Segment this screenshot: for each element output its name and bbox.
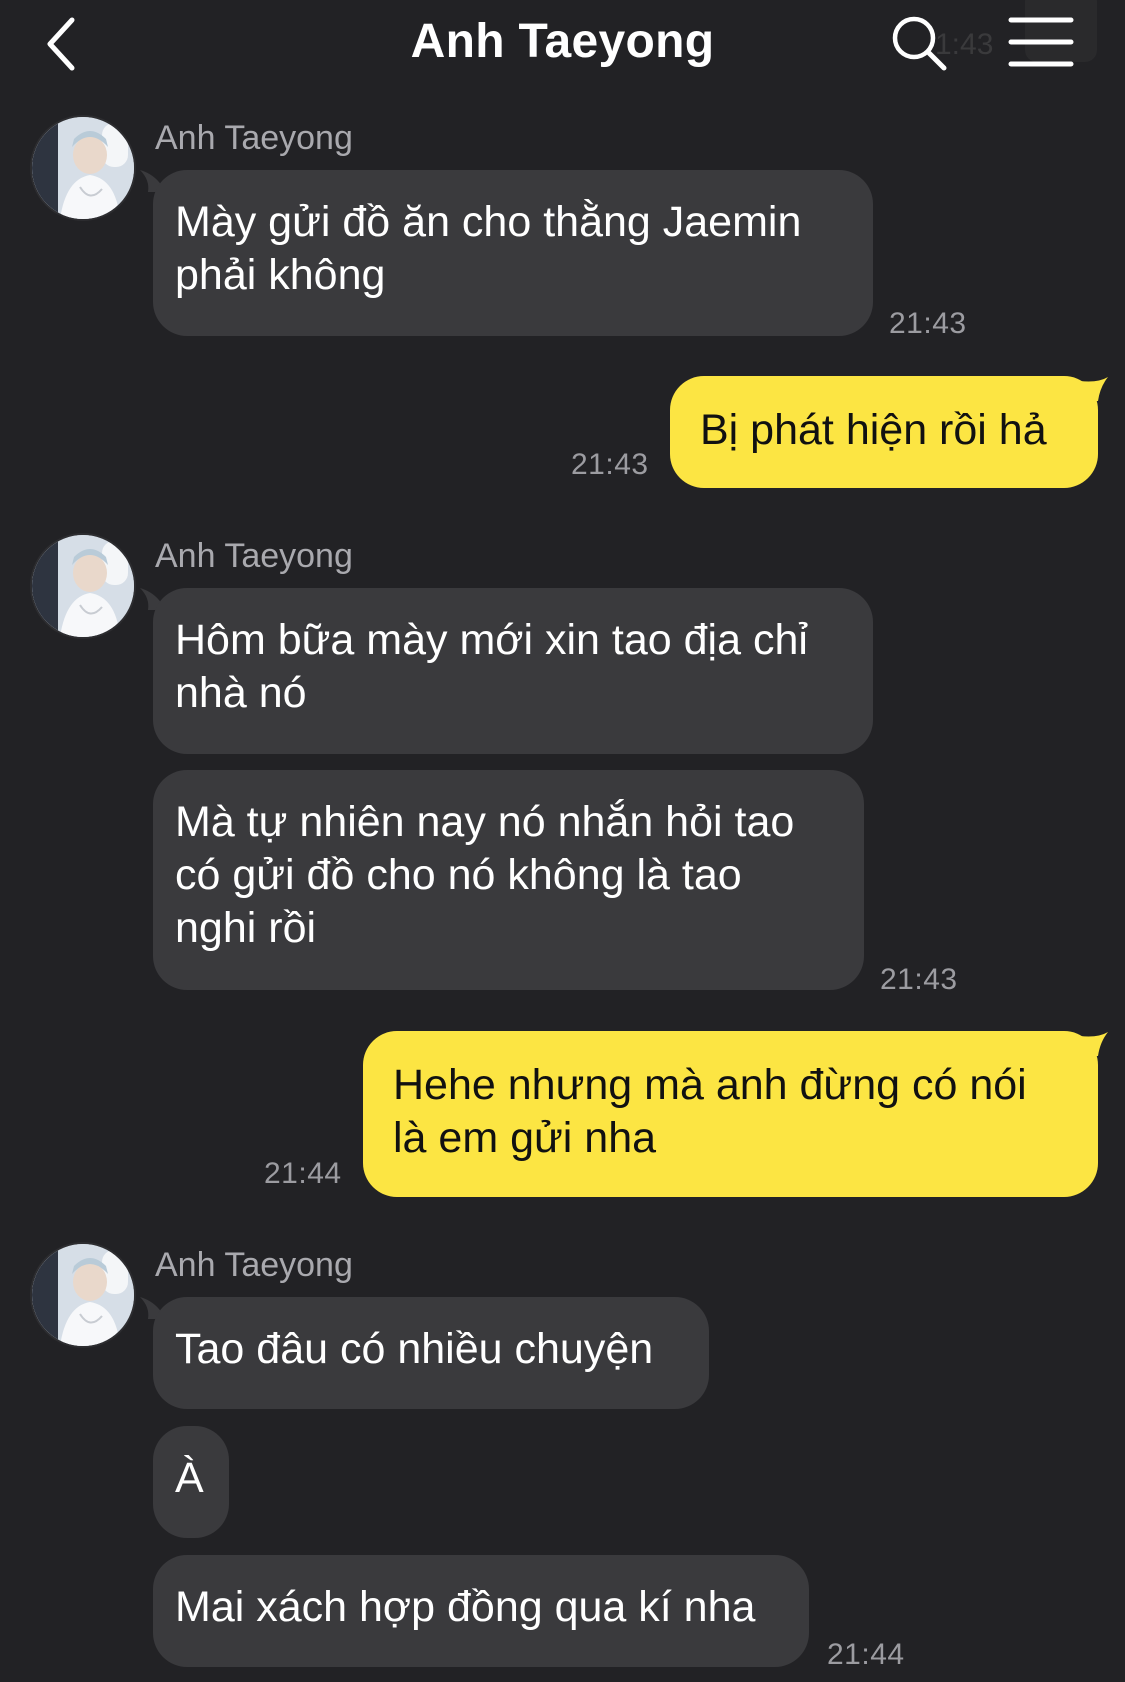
avatar[interactable] <box>30 115 136 221</box>
sender-name: Anh Taeyong <box>155 119 353 157</box>
search-icon <box>892 16 947 71</box>
profile-photo-icon <box>32 535 134 637</box>
search-button[interactable] <box>888 12 950 74</box>
sender-name: Anh Taeyong <box>155 1246 353 1284</box>
bubble-tail <box>1080 1032 1108 1056</box>
message-bubble-incoming[interactable]: Mày gửi đồ ăn cho thằng Jaemin phải khôn… <box>153 170 873 336</box>
message-timestamp: 21:43 <box>889 307 967 340</box>
message-bubble-incoming[interactable]: Hôm bữa mày mới xin tao địa chỉ nhà nó <box>153 588 873 754</box>
message-timestamp: 21:43 <box>571 448 649 481</box>
message-bubble-incoming[interactable]: Mai xách hợp đồng qua kí nha <box>153 1555 809 1667</box>
chat-header: Anh Taeyong 1:43 <box>0 0 1125 90</box>
sender-name: Anh Taeyong <box>155 537 353 575</box>
message-bubble-outgoing[interactable]: Bị phát hiện rồi hả <box>670 376 1098 488</box>
menu-button[interactable] <box>1008 14 1074 70</box>
message-timestamp: 21:44 <box>827 1638 905 1671</box>
message-bubble-incoming[interactable]: Tao đâu có nhiều chuyện <box>153 1297 709 1409</box>
message-timestamp: 21:43 <box>880 963 958 996</box>
avatar[interactable] <box>30 533 136 639</box>
hamburger-menu-icon <box>1008 17 1074 67</box>
avatar[interactable] <box>30 1242 136 1348</box>
message-bubble-outgoing[interactable]: Hehe nhưng mà anh đừng có nói là em gửi … <box>363 1031 1098 1197</box>
message-timestamp: 21:44 <box>264 1157 342 1190</box>
message-bubble-incoming[interactable]: À <box>153 1426 229 1538</box>
message-bubble-incoming[interactable]: Mà tự nhiên nay nó nhắn hỏi tao có gửi đ… <box>153 770 864 990</box>
profile-photo-icon <box>32 117 134 219</box>
profile-photo-icon <box>32 1244 134 1346</box>
bubble-tail <box>1080 377 1108 401</box>
